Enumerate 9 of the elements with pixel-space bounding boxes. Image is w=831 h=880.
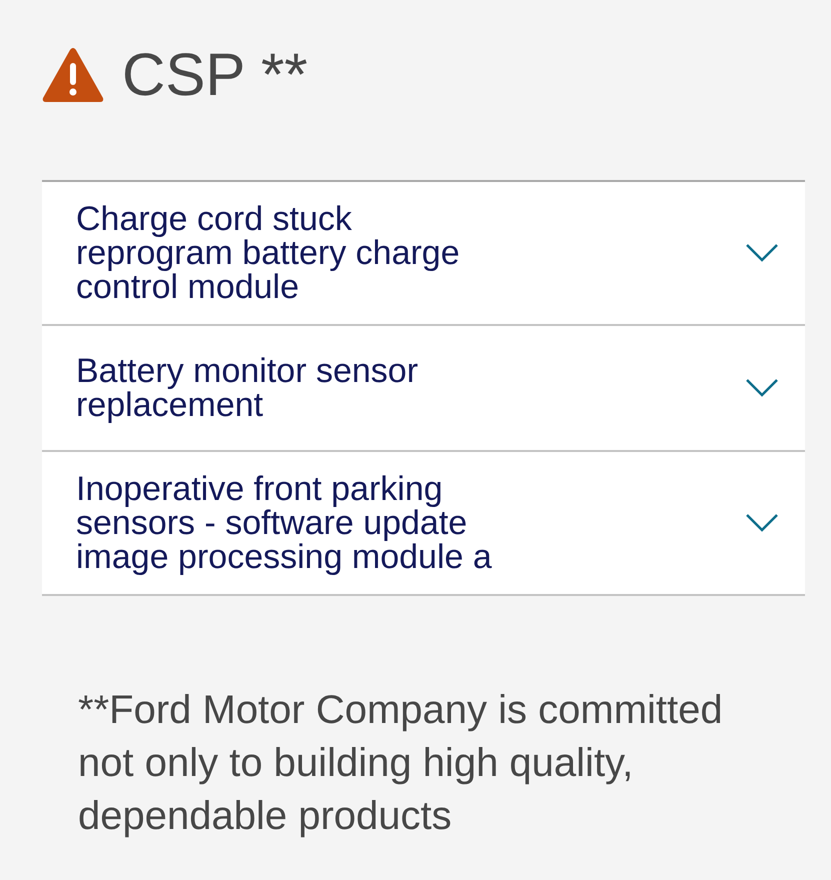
accordion-item[interactable]: Charge cord stuck reprogram battery charge control module [42,182,805,326]
accordion-item[interactable]: Battery monitor sensor replacement [42,326,805,452]
chevron-icon [745,513,779,533]
warning-icon [42,47,104,103]
chevron-icon [745,378,779,398]
accordion-item[interactable]: Inoperative front parking sensors - software update image processing module a [42,452,805,596]
page-title: CSP ** [122,44,308,106]
footnote-text: **Ford Motor Company is committed not only to building high quality, dependable products [78,687,724,840]
chevron-icon [745,243,779,263]
